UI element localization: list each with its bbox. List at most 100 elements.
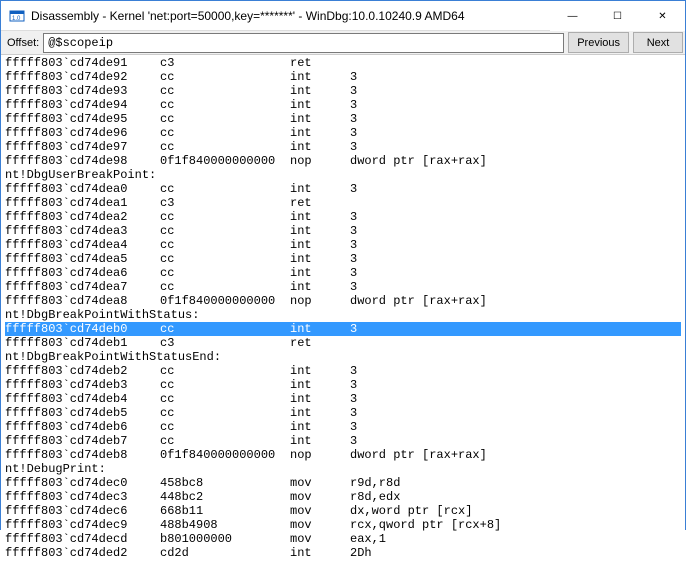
window-controls: — ☐ ✕ [550, 1, 685, 30]
disasm-row[interactable]: fffff803`cd74dec0 458bc8 mov r9d,r8d [5, 476, 681, 490]
bytes: 668b11 [160, 504, 290, 518]
address: fffff803`cd74dea5 [5, 252, 160, 266]
close-button[interactable]: ✕ [640, 1, 685, 31]
previous-button[interactable]: Previous [568, 32, 629, 53]
operands: 3 [350, 434, 357, 448]
disasm-row[interactable]: fffff803`cd74de94 cc int 3 [5, 98, 681, 112]
address: fffff803`cd74de92 [5, 70, 160, 84]
disasm-row[interactable]: fffff803`cd74decd b801000000 mov eax,1 [5, 532, 681, 546]
address: fffff803`cd74dea8 [5, 294, 160, 308]
disasm-row[interactable]: fffff803`cd74dea2 cc int 3 [5, 210, 681, 224]
address: fffff803`cd74dec0 [5, 476, 160, 490]
disasm-row[interactable]: fffff803`cd74ded2 cd2d int 2Dh [5, 546, 681, 560]
disasm-row[interactable]: fffff803`cd74dea0 cc int 3 [5, 182, 681, 196]
disasm-row[interactable]: fffff803`cd74dea7 cc int 3 [5, 280, 681, 294]
disasm-row[interactable]: fffff803`cd74dea5 cc int 3 [5, 252, 681, 266]
disasm-row[interactable]: fffff803`cd74de92 cc int 3 [5, 70, 681, 84]
mnemonic: nop [290, 448, 350, 462]
disasm-row[interactable]: fffff803`cd74de97 cc int 3 [5, 140, 681, 154]
bytes: cc [160, 112, 290, 126]
disasm-row[interactable]: fffff803`cd74dea1 c3 ret [5, 196, 681, 210]
mnemonic: int [290, 322, 350, 336]
operands: dword ptr [rax+rax] [350, 448, 487, 462]
disassembly-pane[interactable]: fffff803`cd74de91 c3 ret fffff803`cd74de… [1, 55, 685, 561]
operands: 3 [350, 322, 357, 336]
disasm-row[interactable]: fffff803`cd74de91 c3 ret [5, 56, 681, 70]
mnemonic: int [290, 238, 350, 252]
disasm-row[interactable]: fffff803`cd74deb5 cc int 3 [5, 406, 681, 420]
mnemonic: int [290, 252, 350, 266]
disasm-row[interactable]: fffff803`cd74de95 cc int 3 [5, 112, 681, 126]
minimize-button[interactable]: — [550, 1, 595, 31]
operands: 3 [350, 266, 357, 280]
address: fffff803`cd74dea2 [5, 210, 160, 224]
mnemonic: int [290, 280, 350, 294]
maximize-icon: ☐ [613, 11, 622, 22]
mnemonic: int [290, 112, 350, 126]
bytes: cc [160, 182, 290, 196]
disasm-row[interactable]: fffff803`cd74de98 0f1f840000000000 nop d… [5, 154, 681, 168]
offset-input[interactable] [43, 33, 564, 53]
operands: 3 [350, 140, 357, 154]
bytes: 0f1f840000000000 [160, 154, 290, 168]
titlebar[interactable]: 1.0 Disassembly - Kernel 'net:port=50000… [1, 1, 685, 31]
disasm-row[interactable]: fffff803`cd74deb1 c3 ret [5, 336, 681, 350]
disasm-row[interactable]: fffff803`cd74deb0 cc int 3 [5, 322, 681, 336]
operands: dx,word ptr [rcx] [350, 504, 472, 518]
bytes: 0f1f840000000000 [160, 448, 290, 462]
symbol-line: nt!DebugPrint: [5, 462, 681, 476]
bytes: cc [160, 322, 290, 336]
mnemonic: mov [290, 504, 350, 518]
mnemonic: ret [290, 56, 350, 70]
mnemonic: nop [290, 154, 350, 168]
operands: 3 [350, 112, 357, 126]
address: fffff803`cd74dec6 [5, 504, 160, 518]
address: fffff803`cd74deb8 [5, 448, 160, 462]
disasm-row[interactable]: fffff803`cd74deb8 0f1f840000000000 nop d… [5, 448, 681, 462]
operands: 3 [350, 238, 357, 252]
bytes: c3 [160, 336, 290, 350]
operands: 3 [350, 378, 357, 392]
bytes: 458bc8 [160, 476, 290, 490]
disasm-row[interactable]: fffff803`cd74dea4 cc int 3 [5, 238, 681, 252]
operands: 3 [350, 420, 357, 434]
symbol-line: nt!DbgBreakPointWithStatusEnd: [5, 350, 681, 364]
bytes: cc [160, 392, 290, 406]
disasm-row[interactable]: fffff803`cd74dec3 448bc2 mov r8d,edx [5, 490, 681, 504]
address: fffff803`cd74de96 [5, 126, 160, 140]
mnemonic: int [290, 70, 350, 84]
disasm-row[interactable]: fffff803`cd74de96 cc int 3 [5, 126, 681, 140]
maximize-button[interactable]: ☐ [595, 1, 640, 31]
operands: 3 [350, 224, 357, 238]
disasm-row[interactable]: fffff803`cd74de93 cc int 3 [5, 84, 681, 98]
disasm-row[interactable]: fffff803`cd74dea8 0f1f840000000000 nop d… [5, 294, 681, 308]
disasm-row[interactable]: fffff803`cd74deb2 cc int 3 [5, 364, 681, 378]
bytes: cc [160, 210, 290, 224]
disasm-row[interactable]: fffff803`cd74deb4 cc int 3 [5, 392, 681, 406]
address: fffff803`cd74ded2 [5, 546, 160, 560]
address: fffff803`cd74dea3 [5, 224, 160, 238]
operands: 3 [350, 182, 357, 196]
mnemonic: int [290, 420, 350, 434]
bytes: cc [160, 280, 290, 294]
mnemonic: int [290, 378, 350, 392]
disasm-row[interactable]: fffff803`cd74deb6 cc int 3 [5, 420, 681, 434]
address: fffff803`cd74deb0 [5, 322, 160, 336]
next-button[interactable]: Next [633, 32, 683, 53]
address: fffff803`cd74de95 [5, 112, 160, 126]
svg-text:1.0: 1.0 [12, 16, 21, 22]
disasm-row[interactable]: fffff803`cd74dea3 cc int 3 [5, 224, 681, 238]
address: fffff803`cd74dea7 [5, 280, 160, 294]
operands: 3 [350, 70, 357, 84]
disasm-row[interactable]: fffff803`cd74dec6 668b11 mov dx,word ptr… [5, 504, 681, 518]
mnemonic: nop [290, 294, 350, 308]
disasm-row[interactable]: fffff803`cd74deb3 cc int 3 [5, 378, 681, 392]
minimize-icon: — [568, 11, 578, 22]
close-icon: ✕ [658, 11, 666, 22]
disasm-row[interactable]: fffff803`cd74dea6 cc int 3 [5, 266, 681, 280]
bytes: c3 [160, 196, 290, 210]
address: fffff803`cd74deb6 [5, 420, 160, 434]
mnemonic: int [290, 392, 350, 406]
disasm-row[interactable]: fffff803`cd74deb7 cc int 3 [5, 434, 681, 448]
operands: 3 [350, 252, 357, 266]
